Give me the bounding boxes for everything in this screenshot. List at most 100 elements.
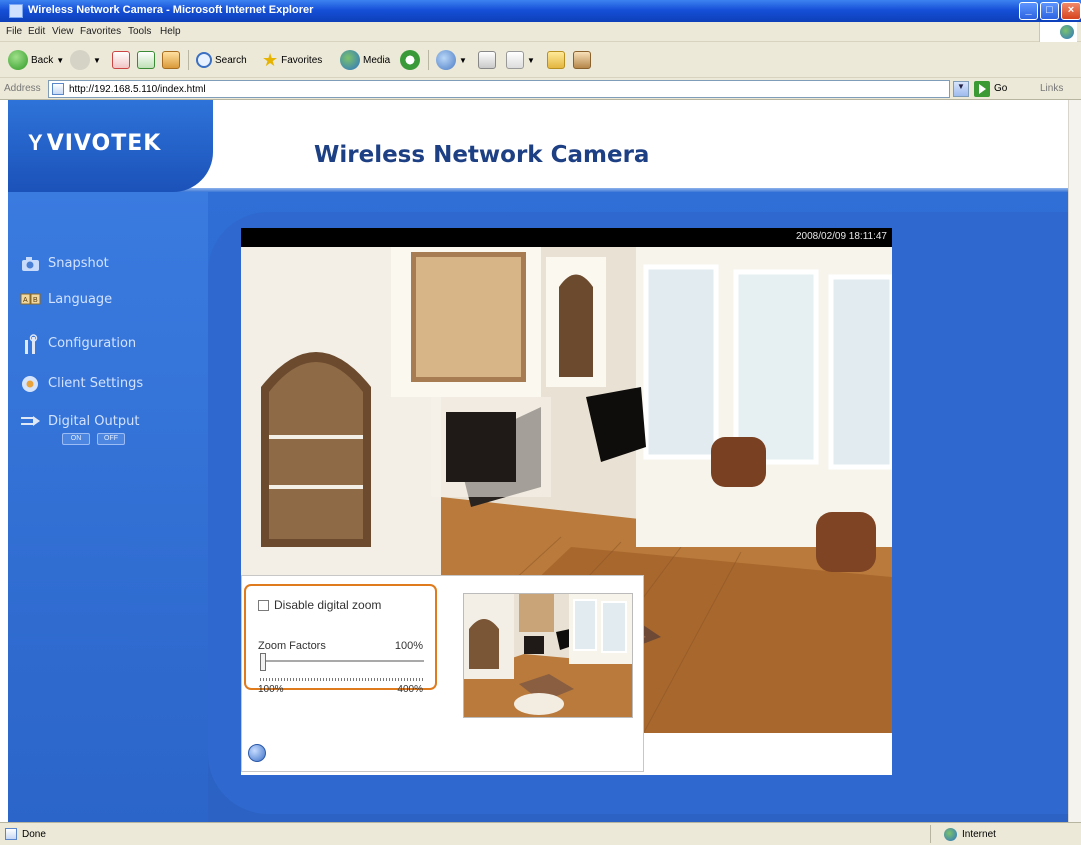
client-settings-icon xyxy=(20,374,42,392)
refresh-button[interactable] xyxy=(137,50,155,70)
search-label: Search xyxy=(215,54,247,66)
window-title: Wireless Network Camera - Microsoft Inte… xyxy=(28,4,314,16)
digital-output-off-button[interactable]: OFF xyxy=(97,433,125,445)
stop-icon xyxy=(112,51,130,69)
media-icon xyxy=(340,50,360,70)
internet-zone-icon xyxy=(944,828,957,841)
menu-file[interactable]: File xyxy=(6,26,22,37)
logo-tab: Y VIVOTEK xyxy=(8,100,213,192)
language-icon: AB xyxy=(20,290,42,308)
digital-output-on-button[interactable]: ON xyxy=(62,433,90,445)
zoom-magnifier-icon[interactable] xyxy=(248,744,266,762)
back-label: Back xyxy=(31,54,54,66)
sidebar xyxy=(8,192,208,822)
nav-client-settings[interactable]: Client Settings xyxy=(20,374,143,392)
stop-button[interactable] xyxy=(112,50,130,70)
back-arrow-icon xyxy=(8,50,28,70)
research-icon xyxy=(573,51,591,69)
logo-mark-icon: Y xyxy=(28,130,43,155)
zoom-slider-ticks xyxy=(260,678,424,681)
history-icon xyxy=(400,50,420,70)
window-titlebar: Wireless Network Camera - Microsoft Inte… xyxy=(0,0,1081,22)
status-text: Done xyxy=(22,829,46,840)
maximize-button[interactable]: □ xyxy=(1040,2,1059,20)
windows-logo-icon xyxy=(1039,22,1077,42)
mail-icon xyxy=(436,50,456,70)
timestamp-bar: 2008/02/09 18:11:47 xyxy=(241,228,892,247)
vertical-scrollbar[interactable] xyxy=(1068,100,1081,822)
vivotek-logo: Y VIVOTEK xyxy=(28,130,162,156)
nav-configuration-label: Configuration xyxy=(48,335,137,351)
nav-language[interactable]: AB Language xyxy=(20,290,112,308)
nav-client-settings-label: Client Settings xyxy=(48,375,144,391)
address-url: http://192.168.5.110/index.html xyxy=(69,84,206,95)
print-button[interactable] xyxy=(478,50,496,70)
links-button[interactable]: Links xyxy=(1040,83,1063,94)
favorites-label: Favorites xyxy=(281,54,323,66)
page-done-icon xyxy=(5,828,17,840)
go-button[interactable]: Go xyxy=(994,83,1007,94)
forward-button[interactable]: ▼ xyxy=(70,50,101,70)
mail-button[interactable]: ▼ xyxy=(436,50,467,70)
edit-page-icon xyxy=(506,51,524,69)
digital-zoom-panel: Disable digital zoom Zoom Factors 100% 1… xyxy=(241,575,644,772)
forward-arrow-icon xyxy=(70,50,90,70)
tools-icon xyxy=(20,334,42,354)
ie-icon xyxy=(9,4,23,18)
browser-toolbar: Back ▼ ▼ Search ★ Favorites Media ▼ ▼ xyxy=(0,42,1081,78)
edit-button[interactable]: ▼ xyxy=(506,50,535,70)
camera-icon xyxy=(20,254,42,272)
nav-snapshot-label: Snapshot xyxy=(48,255,109,271)
zoom-slider-thumb[interactable] xyxy=(260,653,266,671)
address-dropdown-icon[interactable]: ▼ xyxy=(953,81,969,97)
page-title: Wireless Network Camera xyxy=(314,142,650,168)
history-button[interactable] xyxy=(400,50,420,70)
favorites-button[interactable]: ★ Favorites xyxy=(262,50,322,70)
digital-output-icon xyxy=(20,412,42,430)
minimize-button[interactable]: _ xyxy=(1019,2,1038,20)
home-icon xyxy=(162,51,180,69)
refresh-icon xyxy=(137,51,155,69)
menu-favorites[interactable]: Favorites xyxy=(80,26,121,37)
menu-tools[interactable]: Tools xyxy=(128,26,151,37)
zoom-factor-value: 100% xyxy=(394,640,423,652)
menu-help[interactable]: Help xyxy=(160,26,181,37)
media-label: Media xyxy=(363,54,391,66)
menu-bar: File Edit View Favorites Tools Help xyxy=(0,22,1081,42)
svg-text:A: A xyxy=(23,297,28,304)
status-bar: Done Internet xyxy=(0,822,1081,845)
page-icon xyxy=(52,83,64,95)
folder-icon xyxy=(547,51,565,69)
zoom-min-label: 100% xyxy=(258,684,284,695)
search-button[interactable]: Search xyxy=(196,50,247,70)
go-arrow-icon[interactable] xyxy=(974,81,990,97)
menu-view[interactable]: View xyxy=(52,26,74,37)
media-button[interactable]: Media xyxy=(340,50,390,70)
nav-language-label: Language xyxy=(48,291,113,307)
address-bar: Address http://192.168.5.110/index.html … xyxy=(0,78,1081,100)
star-icon: ★ xyxy=(262,49,279,70)
menu-edit[interactable]: Edit xyxy=(28,26,45,37)
web-page: Y VIVOTEK Wireless Network Camera Snapsh… xyxy=(8,100,1068,822)
zoom-max-label: 400% xyxy=(397,684,423,695)
nav-digital-output-label: Digital Output xyxy=(48,413,140,429)
print-icon xyxy=(478,51,496,69)
svg-text:B: B xyxy=(33,297,38,304)
disable-digital-zoom-label: Disable digital zoom xyxy=(274,598,382,612)
address-input[interactable]: http://192.168.5.110/index.html xyxy=(48,80,950,98)
messenger-button[interactable] xyxy=(573,50,591,70)
folder-button[interactable] xyxy=(547,50,565,70)
disable-digital-zoom-checkbox[interactable] xyxy=(258,600,269,611)
nav-snapshot[interactable]: Snapshot xyxy=(20,254,109,272)
back-button[interactable]: Back ▼ xyxy=(8,50,64,70)
zoom-factors-label: Zoom Factors xyxy=(258,640,326,652)
zoom-slider-track[interactable] xyxy=(260,660,424,662)
nav-configuration[interactable]: Configuration xyxy=(20,334,137,354)
nav-digital-output: Digital Output xyxy=(20,412,139,430)
zoom-preview-thumbnail[interactable] xyxy=(463,593,633,718)
close-button[interactable]: × xyxy=(1061,2,1081,20)
address-label: Address xyxy=(4,83,41,94)
home-button[interactable] xyxy=(162,50,180,70)
video-timestamp: 2008/02/09 18:11:47 xyxy=(795,231,887,242)
search-icon xyxy=(196,52,212,68)
